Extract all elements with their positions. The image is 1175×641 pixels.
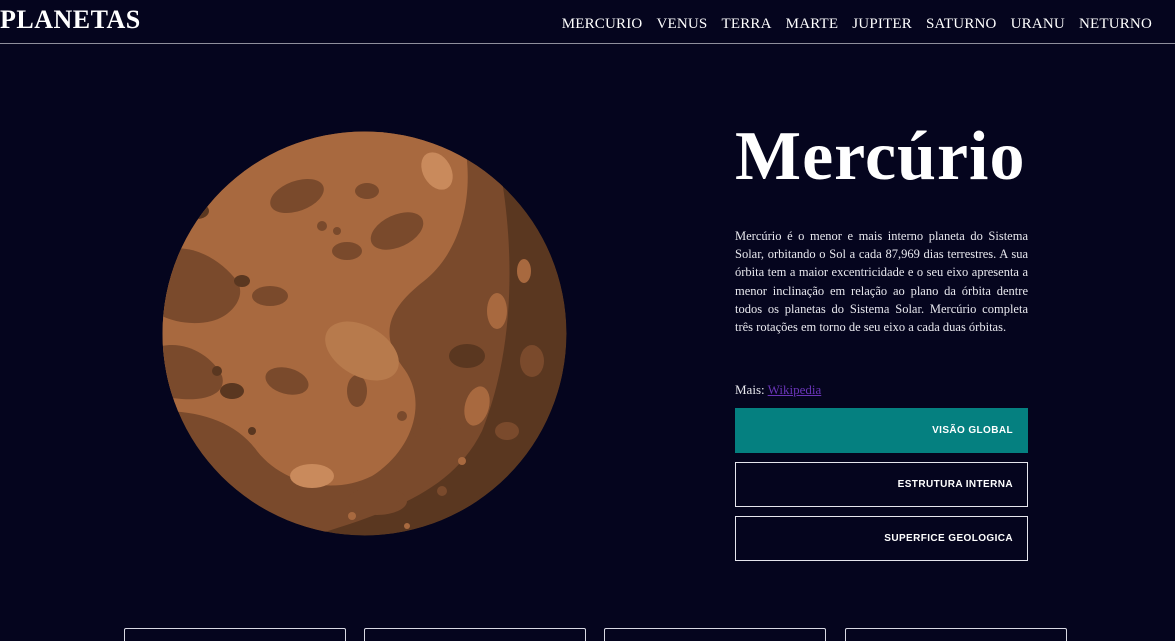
source-label: Mais: (735, 382, 765, 397)
stat-card (604, 628, 826, 641)
nav-item-terra[interactable]: TERRA (721, 15, 771, 33)
site-header: PLANETAS MERCURIO VENUS TERRA MARTE JUPI… (0, 0, 1175, 44)
tab-superfice-geologica[interactable]: SUPERFICE GEOLOGICA (735, 516, 1028, 561)
planet-illustration (162, 131, 567, 536)
tab-visao-global[interactable]: VISÃO GLOBAL (735, 408, 1028, 453)
nav-item-neturno[interactable]: NETURNO (1079, 15, 1152, 33)
planet-title: Mercúrio (735, 118, 1026, 195)
wikipedia-link[interactable]: Wikipedia (768, 382, 822, 397)
stat-card (845, 628, 1067, 641)
stat-card (364, 628, 586, 641)
nav-item-mercurio[interactable]: MERCURIO (562, 15, 643, 33)
site-logo[interactable]: PLANETAS (0, 4, 141, 36)
nav-item-venus[interactable]: VENUS (656, 15, 707, 33)
main-nav: MERCURIO VENUS TERRA MARTE JUPITER SATUR… (562, 15, 1152, 33)
tab-label: VISÃO GLOBAL (932, 425, 1013, 436)
nav-item-marte[interactable]: MARTE (786, 15, 839, 33)
planet-description: Mercúrio é o menor e mais interno planet… (735, 229, 1028, 335)
tab-estrutura-interna[interactable]: ESTRUTURA INTERNA (735, 462, 1028, 507)
nav-item-uranu[interactable]: URANU (1011, 15, 1065, 33)
tab-label: ESTRUTURA INTERNA (897, 479, 1013, 490)
stat-card (124, 628, 346, 641)
nav-item-jupiter[interactable]: JUPITER (852, 15, 912, 33)
source-line: Mais: Wikipedia (735, 381, 821, 399)
nav-item-saturno[interactable]: SATURNO (926, 15, 997, 33)
tab-label: SUPERFICE GEOLOGICA (884, 533, 1013, 544)
